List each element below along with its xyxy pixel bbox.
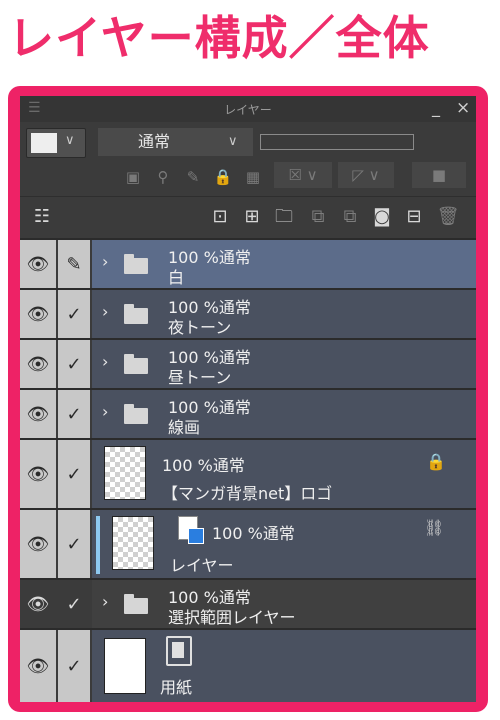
folder-icon [124,254,148,274]
ruler-dropdown[interactable]: ◸ ∨ [338,162,394,188]
layer-name: 昼トーン [168,368,232,387]
check-icon[interactable]: ✓ [58,390,90,438]
check-icon[interactable]: ✓ [58,630,90,702]
layer-name: 用紙 [160,678,193,697]
expand-arrow-icon[interactable]: › [102,252,108,271]
folder-icon [124,404,148,424]
layer-name: 白 [168,268,185,287]
paper-layer-icon [166,636,192,666]
draft-link-icon: ⛓ [424,518,445,537]
visibility-eye-icon[interactable]: 👁 [20,630,56,702]
expand-arrow-icon[interactable]: › [102,592,108,611]
folder-icon [124,354,148,374]
expand-arrow-icon[interactable]: › [102,302,108,321]
layer-panel: ☰ レイヤー _ × ∨ 通常 ∨ ▣ ⚲ ✎ 🔒 ▦ ☒ ∨ ◸ ∨ ■ ☷ … [20,96,476,702]
panel-titlebar: ☰ レイヤー _ × [20,96,476,122]
panel-title: レイヤー [224,103,272,117]
folder-icon [124,594,148,614]
layer-main[interactable]: › 100 %通常 白 [92,240,476,288]
layer-menu-icon[interactable]: ☷ [28,205,56,229]
check-icon[interactable]: ✓ [58,290,90,338]
mask-dropdown[interactable]: ☒ ∨ [274,162,332,188]
transfer-down-icon[interactable]: ⧉ [304,205,332,229]
lock-icon: 🔒 [426,452,446,471]
layer-row-selection[interactable]: 👁 ✓ › 100 %通常 選択範囲レイヤー [20,578,476,628]
visibility-eye-icon[interactable]: 👁 [20,390,56,438]
new-vector-layer-icon[interactable]: ⊞ [238,205,266,229]
layer-row-paper[interactable]: 👁 ✓ 用紙 [20,628,476,702]
layer-thumbnail [104,446,146,500]
reference-layer-icon[interactable]: ⚲ [150,164,176,190]
layer-name: 【マンガ背景net】ロゴ [162,484,333,503]
visibility-eye-icon[interactable]: 👁 [20,240,56,288]
color-swatch-dropdown[interactable]: ∨ [26,128,86,158]
merge-down-icon[interactable]: ⧉ [336,205,364,229]
visibility-eye-icon[interactable]: 👁 [20,440,56,508]
lock-icon[interactable]: 🔒 [210,164,236,190]
blend-toolbar: ∨ 通常 ∨ [20,122,476,158]
layer-row-white[interactable]: 👁 ✎ › 100 %通常 白 [20,238,476,288]
layer-main[interactable]: › 100 %通常 線画 [92,390,476,438]
visibility-eye-icon[interactable]: 👁 [20,580,56,628]
close-button[interactable]: × [456,98,470,118]
check-icon[interactable]: ✓ [58,340,90,388]
expand-arrow-icon[interactable]: › [102,402,108,421]
layer-thumbnail [104,638,146,694]
expand-arrow-icon[interactable]: › [102,352,108,371]
layer-name: レイヤー [170,556,234,575]
layer-row-layer[interactable]: 👁 ✓ 100 %通常 レイヤー ⛓ [20,508,476,578]
minimize-button[interactable]: _ [432,98,440,117]
new-folder-icon[interactable]: 🗀 [270,205,298,229]
layer-row-logo[interactable]: 👁 ✓ 100 %通常 【マンガ背景net】ロゴ 🔒 [20,438,476,508]
layer-name: 夜トーン [168,318,232,337]
create-mask-icon[interactable]: ◙ [368,205,396,229]
layer-mode: 100 %通常 [162,456,245,475]
new-raster-layer-icon[interactable]: ⊡ [206,205,234,229]
color-display-button[interactable]: ■ [412,162,466,188]
layer-main[interactable]: 100 %通常 レイヤー ⛓ [92,510,476,578]
layer-row-night-tone[interactable]: 👁 ✓ › 100 %通常 夜トーン [20,288,476,338]
layer-row-line-art[interactable]: 👁 ✓ › 100 %通常 線画 [20,388,476,438]
check-icon[interactable]: ✓ [58,510,90,578]
layer-main[interactable]: › 100 %通常 昼トーン [92,340,476,388]
check-icon[interactable]: ✓ [58,580,90,628]
clip-icon[interactable]: ▣ [120,164,146,190]
delete-layer-icon[interactable]: 🗑 [434,205,462,229]
layer-mask-icon [178,516,204,544]
layer-main[interactable]: 100 %通常 【マンガ背景net】ロゴ 🔒 [92,440,476,508]
layer-action-toolbar: ☷ ⊡ ⊞ 🗀 ⧉ ⧉ ◙ ⊟ 🗑 [20,196,476,237]
blend-mode-select[interactable]: 通常 ∨ [98,128,253,156]
opacity-slider[interactable] [260,134,414,150]
layer-name: 選択範囲レイヤー [168,608,296,627]
layer-property-toolbar: ▣ ⚲ ✎ 🔒 ▦ ☒ ∨ ◸ ∨ ■ [20,156,476,194]
apply-mask-icon[interactable]: ⊟ [400,205,428,229]
chevron-down-icon: ∨ [228,134,238,149]
white-swatch [31,133,57,153]
draft-layer-icon[interactable]: ✎ [180,164,206,190]
layer-color-indicator [96,516,100,574]
layer-row-day-tone[interactable]: 👁 ✓ › 100 %通常 昼トーン [20,338,476,388]
check-icon[interactable]: ✓ [58,440,90,508]
visibility-eye-icon[interactable]: 👁 [20,340,56,388]
page-title: レイヤー構成／全体 [8,11,430,65]
edit-pen-icon[interactable]: ✎ [58,240,90,288]
layer-mode: 100 %通常 [212,524,295,543]
layer-thumbnail [112,516,154,570]
layer-main[interactable]: › 100 %通常 夜トーン [92,290,476,338]
layer-main[interactable]: › 100 %通常 選択範囲レイヤー [92,580,476,628]
visibility-eye-icon[interactable]: 👁 [20,510,56,578]
layer-name: 線画 [168,418,201,437]
layer-main[interactable]: 用紙 [92,630,476,702]
lock-transparency-icon[interactable]: ▦ [240,164,266,190]
chevron-down-icon: ∨ [65,133,75,148]
visibility-eye-icon[interactable]: 👁 [20,290,56,338]
blend-mode-value: 通常 [138,132,171,151]
folder-icon [124,304,148,324]
